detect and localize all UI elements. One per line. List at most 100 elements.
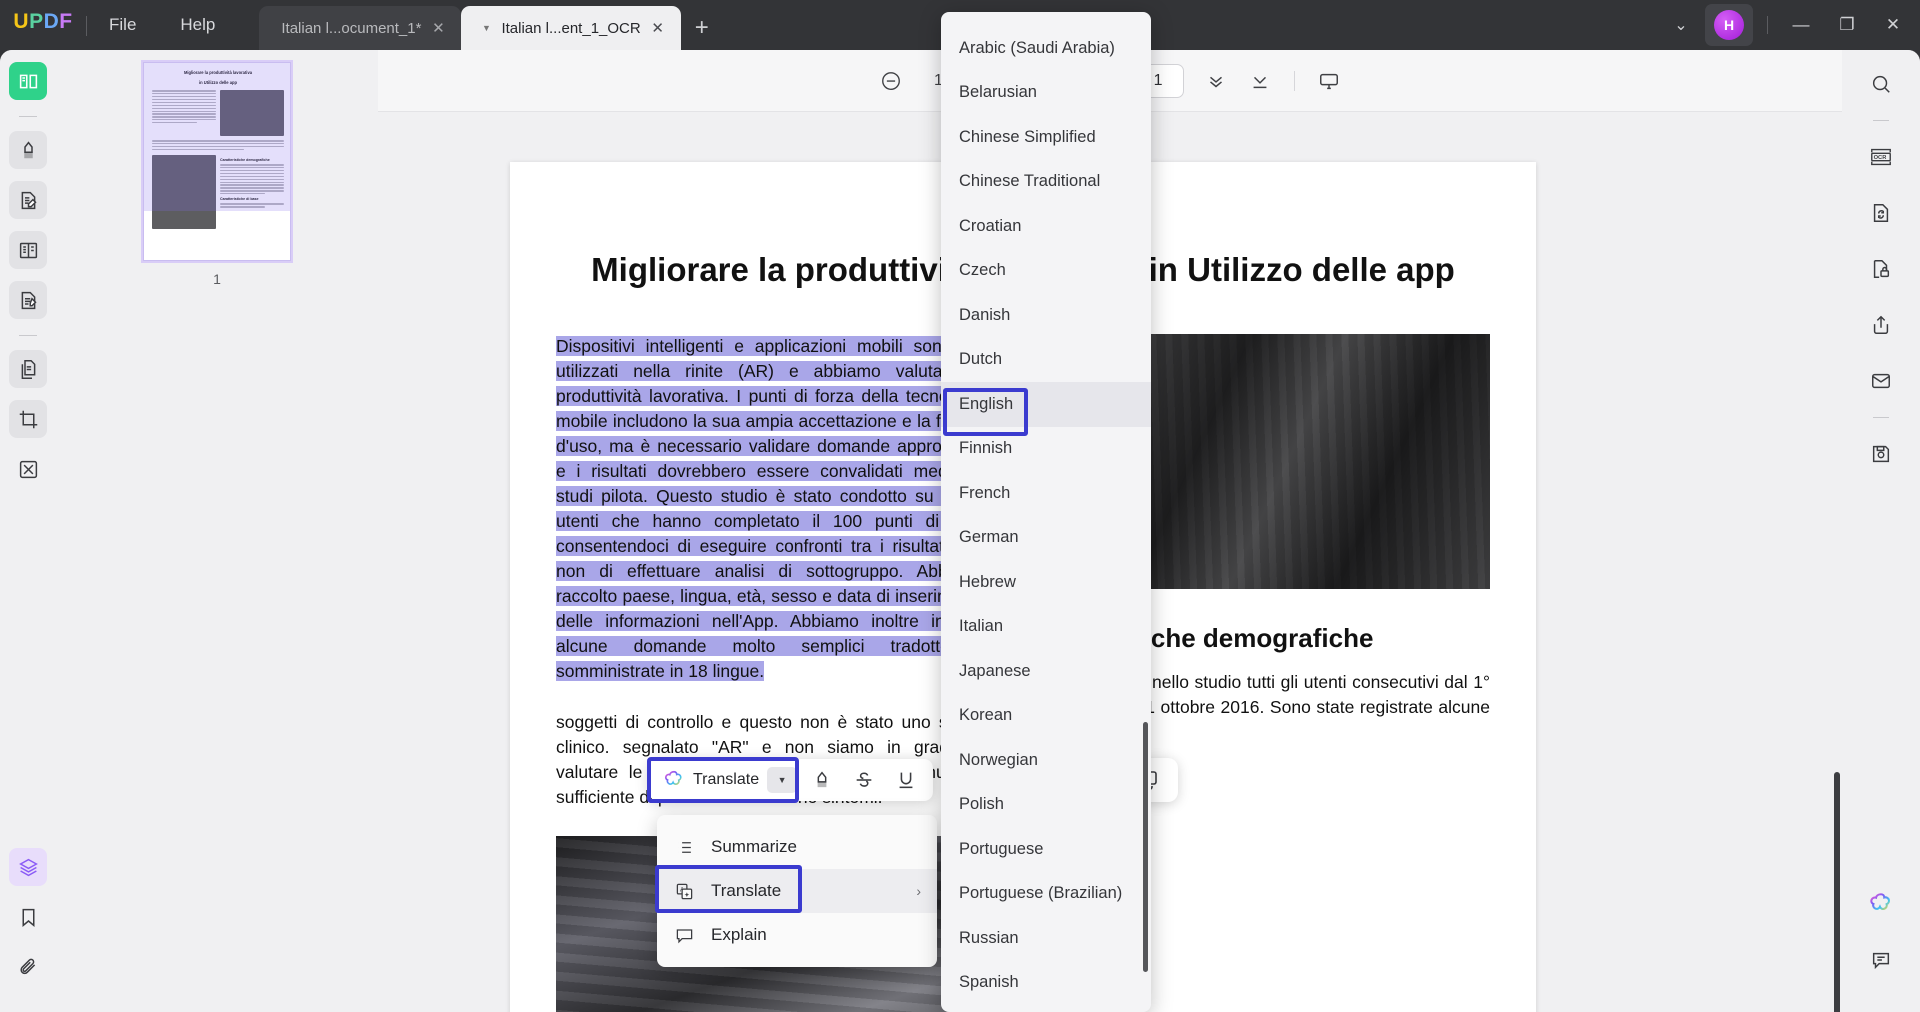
ai-assistant-icon[interactable]: [1861, 884, 1901, 924]
language-option[interactable]: Spanish: [941, 961, 1151, 1006]
tab-label: Italian l...ocument_1*: [281, 19, 422, 37]
divider: [1767, 16, 1768, 34]
divider: [1873, 417, 1889, 418]
highlighter-icon[interactable]: [9, 131, 47, 169]
right-toolbar: OCR: [1842, 50, 1920, 1012]
language-dropdown[interactable]: Arabic (Saudi Arabia) Belarusian Chinese…: [941, 12, 1151, 1012]
language-option[interactable]: French: [941, 471, 1151, 516]
thumbnail-photo-2: [152, 155, 216, 230]
language-option[interactable]: Finnish: [941, 427, 1151, 472]
page-down-icon[interactable]: [1196, 61, 1236, 101]
thumbnail-photo-1: [220, 90, 284, 137]
context-item-label: Summarize: [711, 837, 797, 856]
menu-help[interactable]: Help: [158, 0, 237, 50]
thumbnail-heading-1: Caratteristiche demografiche: [220, 158, 270, 163]
thumbnail-page-number: 1: [213, 271, 221, 287]
edit-pdf-icon[interactable]: [9, 181, 47, 219]
language-option[interactable]: German: [941, 516, 1151, 561]
page-copy-icon[interactable]: [9, 350, 47, 388]
ai-context-menu: Summarize A Translate › Explain: [657, 815, 937, 967]
language-option[interactable]: Korean: [941, 694, 1151, 739]
language-option[interactable]: Norwegian: [941, 738, 1151, 783]
page-thumbnail[interactable]: Migliorare la produttività lavorativa in…: [143, 62, 291, 261]
chevron-down-icon[interactable]: ▼: [767, 767, 798, 793]
close-icon[interactable]: ✕: [427, 17, 449, 39]
present-icon[interactable]: [1309, 61, 1349, 101]
context-item-summarize[interactable]: Summarize: [657, 825, 937, 869]
share-icon[interactable]: [1861, 305, 1901, 345]
batch-icon[interactable]: [9, 450, 47, 488]
language-option[interactable]: Chinese Simplified: [941, 115, 1151, 160]
language-option[interactable]: Danish: [941, 293, 1151, 338]
close-button[interactable]: ✕: [1870, 0, 1916, 50]
layers-icon[interactable]: [9, 848, 47, 886]
language-option[interactable]: Belarusian: [941, 71, 1151, 116]
new-tab-button[interactable]: +: [681, 6, 723, 50]
thumbnail-panel: Migliorare la produttività lavorativa in…: [56, 50, 378, 1012]
thumbnail-paragraph: [152, 140, 284, 151]
language-option[interactable]: Japanese: [941, 649, 1151, 694]
language-option[interactable]: Polish: [941, 783, 1151, 828]
ocr-icon[interactable]: OCR: [1861, 137, 1901, 177]
chevron-right-icon: ›: [916, 883, 921, 899]
save-icon[interactable]: [1861, 434, 1901, 474]
page-organize-icon[interactable]: [9, 231, 47, 269]
thumbnail-row-top: [152, 90, 284, 137]
language-dropdown-scrollbar[interactable]: [1143, 722, 1148, 972]
context-item-translate[interactable]: A Translate ›: [657, 869, 937, 913]
translate-button[interactable]: Translate ▼: [655, 763, 801, 797]
thumbnail-text-col: [152, 90, 216, 136]
zoom-out-icon[interactable]: [871, 61, 911, 101]
titlebar-controls: ⌄ H — ❐ ✕: [1661, 0, 1920, 50]
language-option[interactable]: Hebrew: [941, 560, 1151, 605]
ai-flower-icon: [664, 770, 682, 786]
svg-text:OCR: OCR: [1874, 155, 1888, 161]
thumbnail-page-content: Migliorare la produttività lavorativa in…: [144, 63, 290, 260]
avatar[interactable]: H: [1705, 4, 1753, 46]
close-icon[interactable]: ✕: [647, 17, 669, 39]
context-item-label: Explain: [711, 925, 767, 944]
language-option[interactable]: Russian: [941, 916, 1151, 961]
minimize-button[interactable]: —: [1778, 0, 1824, 50]
language-option[interactable]: Croatian: [941, 204, 1151, 249]
protect-icon[interactable]: [1861, 249, 1901, 289]
translate-label: Translate: [693, 771, 760, 788]
language-option[interactable]: Czech: [941, 249, 1151, 294]
tab-document-1[interactable]: Italian l...ocument_1* ✕: [259, 6, 462, 50]
translate-icon: A: [673, 882, 695, 901]
language-option[interactable]: Chinese Traditional: [941, 160, 1151, 205]
strikethrough-icon[interactable]: [843, 763, 885, 797]
language-option-english[interactable]: English: [941, 382, 1151, 427]
last-page-icon[interactable]: [1240, 61, 1280, 101]
attachment-icon[interactable]: [9, 948, 47, 986]
viewport-scrollbar[interactable]: [1834, 772, 1840, 1012]
thumbnail-row-bottom: Caratteristiche demografiche Caratterist…: [152, 155, 284, 230]
chevron-down-icon[interactable]: ⌄: [1661, 5, 1701, 45]
language-option[interactable]: Portuguese: [941, 827, 1151, 872]
convert-icon[interactable]: [1861, 193, 1901, 233]
language-option[interactable]: Portuguese (Brazilian): [941, 872, 1151, 917]
menu-file[interactable]: File: [87, 0, 158, 50]
email-icon[interactable]: [1861, 361, 1901, 401]
divider: [1294, 70, 1295, 91]
thumbnail-title-1: Migliorare la produttività lavorativa: [183, 70, 253, 75]
underline-icon[interactable]: [885, 763, 927, 797]
feedback-icon[interactable]: [1861, 940, 1901, 980]
bookmark-icon[interactable]: [9, 898, 47, 936]
crop-icon[interactable]: [9, 400, 47, 438]
reader-icon[interactable]: [9, 62, 47, 100]
selected-paragraph[interactable]: Dispositivi intelligenti e applicazioni …: [556, 334, 986, 684]
form-edit-icon[interactable]: [9, 281, 47, 319]
search-icon[interactable]: [1861, 64, 1901, 104]
context-item-explain[interactable]: Explain: [657, 913, 937, 957]
language-option[interactable]: Dutch: [941, 338, 1151, 383]
highlight-icon[interactable]: [801, 763, 843, 797]
language-option[interactable]: Italian: [941, 605, 1151, 650]
app-logo: UPDF: [13, 10, 73, 33]
language-option[interactable]: Arabic (Saudi Arabia): [941, 26, 1151, 71]
tab-document-1-ocr[interactable]: ▼ Italian l...ent_1_OCR ✕: [461, 6, 681, 50]
maximize-button[interactable]: ❐: [1824, 0, 1870, 50]
list-icon: [673, 838, 695, 857]
tab-label: Italian l...ent_1_OCR: [501, 19, 641, 37]
chevron-down-icon[interactable]: ▼: [477, 23, 495, 33]
